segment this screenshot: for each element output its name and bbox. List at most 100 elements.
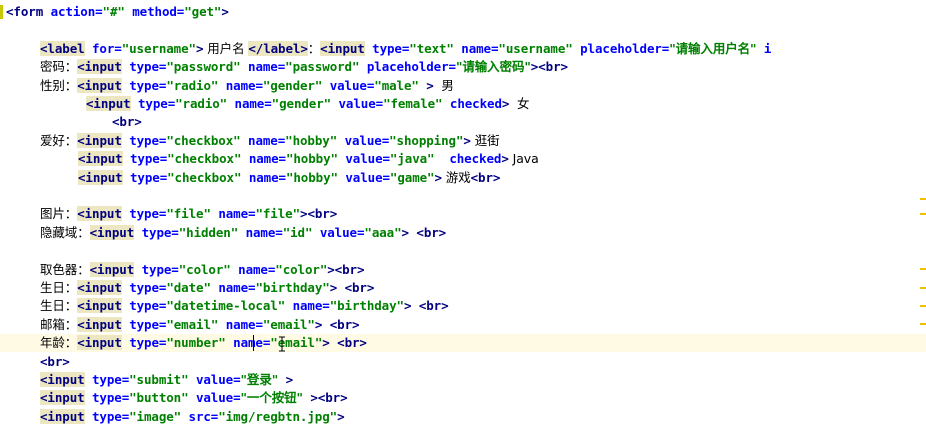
code-token-txt: 年龄： [40, 335, 78, 351]
code-line[interactable]: <input type="radio" name="gender" value=… [0, 95, 926, 113]
code-token-attr: type= [121, 316, 167, 332]
code-line[interactable]: <input type="submit" value="登录" > [0, 371, 926, 389]
code-token-tag: <input [89, 224, 135, 240]
code-line[interactable] [0, 187, 920, 205]
code-token-txt: 密码： [40, 59, 78, 75]
code-token-attr: name= [225, 335, 271, 351]
code-token-attr: value= [188, 390, 241, 406]
code-token-attr: name= [210, 206, 256, 222]
scroll-marker [920, 198, 926, 200]
code-token-tag: > [337, 408, 345, 424]
code-line[interactable]: 爱好：<input type="checkbox" name="hobby" v… [0, 132, 926, 150]
code-token-tag: <form [6, 4, 44, 19]
code-token-attr: method= [124, 4, 185, 19]
code-token-tag: <br> [470, 169, 501, 185]
code-token-tag: <br> [344, 280, 375, 295]
code-token-tag: <input [78, 151, 123, 167]
code-line[interactable] [0, 242, 920, 260]
code-token-tag: <input [77, 59, 122, 75]
code-line[interactable]: 取色器：<input type="color" name="color"><br… [0, 261, 926, 279]
code-token-attr: type= [121, 132, 167, 148]
code-token-attr: i [756, 40, 772, 56]
code-token-tag: <input [77, 280, 122, 295]
code-token-attr: type= [121, 59, 167, 75]
code-line[interactable]: 图片：<input type="file" name="file"><br> [0, 205, 926, 223]
code-token-tag: > [221, 4, 229, 19]
code-token-attr: name= [210, 280, 256, 295]
code-token-val: "一个按钮" [240, 390, 304, 406]
code-token-val: "radio" [166, 77, 219, 93]
code-token-val: "email" [262, 316, 315, 332]
code-line[interactable]: 生日：<input type="datetime-local" name="bi… [0, 297, 926, 315]
code-line[interactable]: <label for="username"> 用户名 </label>：<inp… [0, 40, 926, 58]
code-token-val: "datetime-local" [166, 298, 286, 314]
code-token-val: "checkbox" [167, 169, 242, 185]
code-token-attr: name= [241, 169, 286, 185]
code-token-val: "aaa" [364, 224, 402, 240]
code-token-attr: name= [227, 96, 272, 111]
code-line[interactable]: 隐藏域：<input type="hidden" name="id" value… [0, 224, 926, 242]
code-line[interactable] [0, 21, 920, 39]
code-token-val: "password" [166, 59, 241, 75]
code-token-val: "email" [166, 316, 219, 332]
text-caret [253, 335, 254, 352]
code-line[interactable]: <form action="#" method="get"> [0, 3, 926, 21]
code-token-val: "birthday" [329, 298, 404, 314]
code-token-tag: <input [77, 335, 122, 351]
code-token-attr: type= [121, 335, 167, 351]
code-token-val: "checkbox" [166, 132, 241, 148]
code-line[interactable]: 邮箱：<input type="email" name="email"> <br… [0, 316, 926, 334]
code-token-attr: value= [188, 372, 241, 387]
code-line[interactable]: 年龄：<input type="number" name="email"> <b… [0, 334, 926, 353]
code-token-attr: name= [218, 77, 263, 93]
code-token-val: "请输入用户名" [669, 40, 757, 56]
code-token-attr: src= [181, 408, 219, 424]
code-token-attr: type= [122, 169, 168, 185]
code-token-attr: type= [134, 261, 179, 277]
code-token-tag: <input [77, 77, 122, 93]
code-line[interactable]: <input type="button" value="一个按钮" ><br> [0, 389, 926, 407]
code-token-attr: type= [121, 298, 167, 314]
code-token-tag: <input [40, 408, 85, 424]
code-token-attr: value= [322, 77, 375, 93]
code-token-tag: <input [78, 169, 123, 185]
code-token-txt: 隐藏域： [40, 224, 90, 240]
code-line[interactable]: <input type="checkbox" name="hobby" valu… [0, 169, 926, 187]
code-token-val: "请输入密码" [455, 59, 531, 75]
code-token-attr: value= [337, 169, 390, 185]
code-token-tag: <br> [317, 390, 348, 406]
code-token-val: "file" [255, 206, 301, 222]
code-token-tag: <input [86, 96, 131, 111]
code-token-attr: name= [238, 224, 283, 240]
code-editor[interactable]: <form action="#" method="get"> <label for… [0, 0, 926, 441]
code-token-val: "male" [374, 77, 419, 93]
code-line[interactable]: 生日：<input type="date" name="birthday"> <… [0, 279, 926, 297]
code-line[interactable]: <br> [0, 353, 926, 371]
code-token-attr: type= [121, 206, 167, 222]
code-line[interactable]: <input type="checkbox" name="hobby" valu… [0, 150, 926, 168]
scroll-marker [920, 305, 926, 307]
code-token-attr: checked [442, 96, 502, 111]
code-token-attr: placeholder= [359, 59, 456, 75]
code-token-attr: name= [241, 151, 286, 167]
code-line[interactable]: <br> [0, 113, 926, 131]
code-token-attr: name= [285, 298, 330, 314]
code-token-val: "username" [498, 40, 573, 56]
code-token-tag: > [314, 316, 330, 332]
code-line[interactable]: <input type="image" src="img/regbtn.jpg"… [0, 408, 926, 426]
code-token-tag: <br> [112, 114, 142, 130]
code-token-attr: name= [240, 59, 286, 75]
code-token-tag: > [401, 224, 417, 240]
code-token-val: "get" [184, 4, 222, 19]
code-line[interactable]: 密码：<input type="password" name="password… [0, 58, 926, 76]
code-line[interactable]: 性别：<input type="radio" name="gender" val… [0, 77, 926, 95]
code-token-tag: <br> [418, 298, 449, 314]
code-token-val: "image" [129, 408, 182, 424]
code-token-tag: <input [77, 132, 122, 148]
code-token-tag: <br> [334, 261, 365, 277]
code-token-tag: <input [89, 261, 135, 277]
scrollbar-markers[interactable] [920, 0, 926, 441]
code-token-val: "shopping" [389, 132, 464, 148]
code-token-tag: <br> [538, 59, 568, 75]
code-token-tag: > [434, 169, 442, 185]
